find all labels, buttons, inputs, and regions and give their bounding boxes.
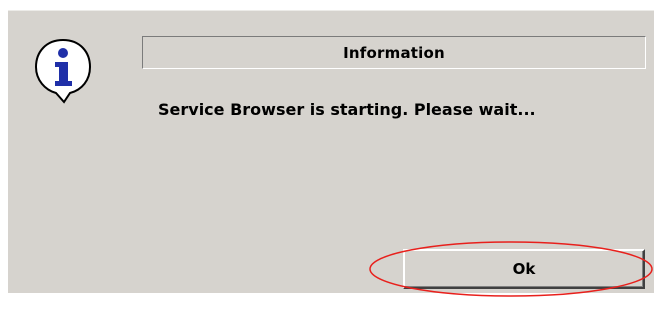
info-icon <box>34 38 92 104</box>
ok-button-label: Ok <box>512 260 536 278</box>
information-dialog: Information Service Browser is starting.… <box>8 10 654 293</box>
dialog-title-box: Information <box>142 36 646 69</box>
ok-button[interactable]: Ok <box>403 249 645 289</box>
screenshot-stage: Information Service Browser is starting.… <box>0 0 654 311</box>
dialog-message: Service Browser is starting. Please wait… <box>158 100 536 119</box>
dialog-title: Information <box>343 43 445 62</box>
